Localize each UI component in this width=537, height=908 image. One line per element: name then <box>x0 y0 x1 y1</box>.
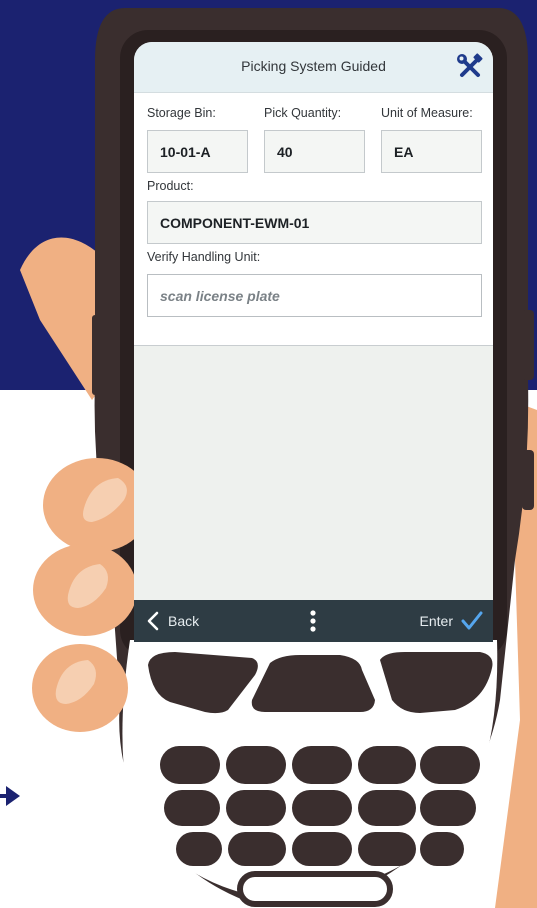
side-button-left <box>92 315 100 395</box>
keypad-keys <box>160 746 480 866</box>
checkmark-icon <box>461 611 483 630</box>
storage-bin-label: Storage Bin: <box>147 106 216 120</box>
bottom-pill-key <box>237 871 393 907</box>
pick-quantity-field: 40 <box>264 130 365 173</box>
storage-bin-value: 10-01-A <box>160 143 211 160</box>
picking-form: Storage Bin: Pick Quantity: Unit of Meas… <box>134 93 493 346</box>
side-button-right-2 <box>522 450 534 510</box>
bottom-action-bar: Back Enter <box>134 600 493 642</box>
enter-button[interactable]: Enter <box>420 600 483 642</box>
pick-quantity-label: Pick Quantity: <box>264 106 342 120</box>
unit-of-measure-value: EA <box>394 143 414 160</box>
device-screen: Picking System Guided Storage Bin: Pick … <box>134 42 493 642</box>
soft-key-center <box>251 655 375 712</box>
vertical-dots-icon[interactable] <box>306 610 320 632</box>
unit-of-measure-label: Unit of Measure: <box>381 106 473 120</box>
handling-unit-input[interactable] <box>147 274 482 317</box>
unit-of-measure-field: EA <box>381 130 482 173</box>
back-label: Back <box>168 613 200 629</box>
product-value: COMPONENT-EWM-01 <box>160 214 310 231</box>
product-field: COMPONENT-EWM-01 <box>147 201 482 244</box>
tools-icon[interactable] <box>455 52 485 82</box>
product-label: Product: <box>147 179 194 193</box>
arrow-right-icon <box>0 786 20 806</box>
side-button-right-1 <box>522 310 534 380</box>
storage-bin-field: 10-01-A <box>147 130 248 173</box>
chevron-left-icon <box>147 611 159 631</box>
back-button[interactable]: Back <box>146 600 199 642</box>
pick-quantity-value: 40 <box>277 143 293 160</box>
verify-handling-unit-label: Verify Handling Unit: <box>147 250 261 264</box>
enter-label: Enter <box>419 613 453 629</box>
app-title: Picking System Guided <box>241 58 386 74</box>
app-header: Picking System Guided <box>134 42 493 93</box>
